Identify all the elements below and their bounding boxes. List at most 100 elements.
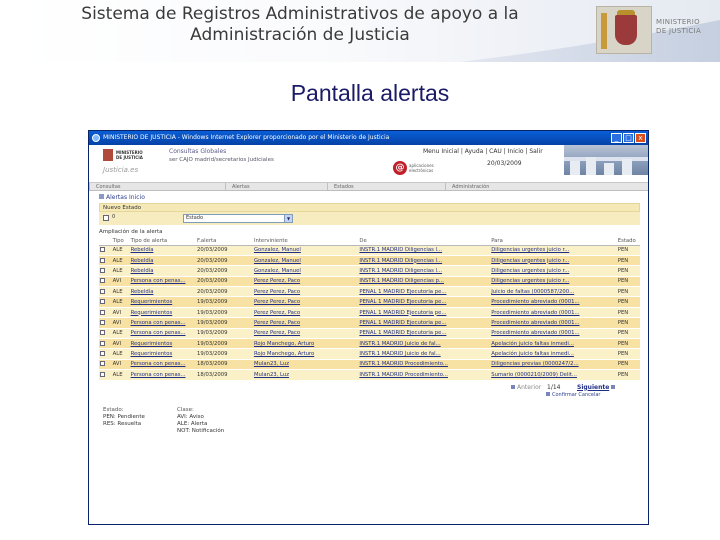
cell-para[interactable]: Diligencias urgentes juicio r... bbox=[490, 245, 617, 256]
cell-para[interactable]: Procedimiento abreviado (0001... bbox=[490, 307, 617, 319]
cell-tipo-alerta[interactable]: Persona con penas... bbox=[129, 317, 196, 329]
cell-de[interactable]: PENAL 1 MADRID Ejecutoria pe... bbox=[358, 317, 491, 329]
cell-interviniente[interactable]: Gonzalez, Manuel bbox=[252, 255, 359, 267]
cell-de[interactable]: INSTR.1 MADRID Procedimiento... bbox=[358, 359, 491, 371]
tab-estados[interactable]: Estados bbox=[327, 183, 445, 191]
cell-para[interactable]: Diligencias urgentes juicio r... bbox=[490, 265, 617, 277]
cell-para[interactable]: Procedimiento abreviado (0001... bbox=[490, 296, 617, 308]
pager-next[interactable]: Siguiente bbox=[577, 384, 617, 391]
cell-para[interactable]: Apelación juicio faltas inmedi... bbox=[490, 338, 617, 350]
column-header[interactable]: Estado bbox=[616, 237, 640, 246]
cell-tipo-alerta[interactable]: Persona con penas... bbox=[129, 369, 196, 381]
table-row[interactable]: ALE Requerimientos 19/03/2009 Perez Perez, … bbox=[99, 296, 640, 308]
cell-de[interactable]: INSTR.1 MADRID Juicio de fal... bbox=[358, 348, 491, 360]
tab-consultas[interactable]: Consultas bbox=[89, 183, 225, 191]
cell-interviniente[interactable]: Rojo Manchego, Arturo bbox=[252, 348, 359, 360]
estado-select[interactable]: Estado ▼ bbox=[183, 214, 293, 223]
table-row[interactable]: ALE Rebeldía 20/03/2009 Gonzalez, Manuel INS… bbox=[99, 265, 640, 277]
cell-tipo-alerta[interactable]: Persona con penas... bbox=[129, 328, 196, 340]
cell-tipo-alerta[interactable]: Requerimientos bbox=[129, 338, 196, 350]
cell-de[interactable]: PENAL 1 MADRID Ejecutoria pe... bbox=[358, 296, 491, 308]
top-navigation[interactable]: Menu Inicial | Ayuda | CAU | Inicio | Sa… bbox=[423, 148, 543, 155]
cell-tipo-alerta[interactable]: Persona con penas... bbox=[129, 359, 196, 371]
row-checkbox[interactable] bbox=[100, 288, 105, 294]
cell-para[interactable]: Apelación juicio faltas inmedi... bbox=[490, 348, 617, 360]
column-header[interactable]: F.alerta bbox=[196, 237, 253, 246]
maximize-button[interactable]: □ bbox=[623, 133, 634, 143]
cell-de[interactable]: INSTR.1 MADRID Procedimiento... bbox=[358, 369, 491, 381]
cell-interviniente[interactable]: Mulan23, Luz bbox=[252, 369, 359, 381]
table-row[interactable]: AVI Persona con penas... 19/03/2009 Perez P… bbox=[99, 317, 640, 329]
breadcrumb[interactable]: Alertas Inicio bbox=[99, 193, 640, 203]
row-checkbox[interactable] bbox=[100, 247, 105, 253]
table-row[interactable]: ALE Persona con penas... 19/03/2009 Perez P… bbox=[99, 328, 640, 340]
cell-de[interactable]: INSTR.1 MADRID Diligencias l... bbox=[358, 265, 491, 277]
cell-interviniente[interactable]: Perez Perez, Paco bbox=[252, 328, 359, 340]
table-row[interactable]: ALE Requerimientos 19/03/2009 Rojo Manchego… bbox=[99, 348, 640, 360]
row-checkbox[interactable] bbox=[100, 267, 105, 273]
cell-interviniente[interactable]: Mulan23, Luz bbox=[252, 359, 359, 371]
cell-de[interactable]: PENAL 1 MADRID Ejecutoria pe... bbox=[358, 307, 491, 319]
row-checkbox[interactable] bbox=[100, 361, 105, 367]
estado-checkbox[interactable] bbox=[103, 215, 109, 221]
cell-para[interactable]: Sumario (0000210/2009) Delit... bbox=[490, 369, 617, 381]
row-checkbox[interactable] bbox=[100, 340, 105, 346]
column-header[interactable]: Tipo bbox=[111, 237, 130, 246]
minimize-button[interactable]: _ bbox=[611, 133, 622, 143]
cell-de[interactable]: INSTR.1 MADRID Juicio de fal... bbox=[358, 338, 491, 350]
tab-alertas[interactable]: Alertas bbox=[225, 183, 327, 191]
cell-tipo-alerta[interactable]: Requerimientos bbox=[129, 307, 196, 319]
table-row[interactable]: AVI Requerimientos 19/03/2009 Rojo Manchego… bbox=[99, 338, 640, 350]
row-checkbox[interactable] bbox=[100, 330, 105, 336]
pager-actions[interactable]: Confirmar Cancelar bbox=[544, 391, 600, 398]
row-checkbox[interactable] bbox=[100, 319, 105, 325]
row-checkbox[interactable] bbox=[100, 309, 105, 315]
cell-interviniente[interactable]: Perez Perez, Paco bbox=[252, 286, 359, 298]
cell-tipo-alerta[interactable]: Persona con penas... bbox=[129, 276, 196, 288]
cell-tipo-alerta[interactable]: Rebeldía bbox=[129, 265, 196, 277]
row-checkbox[interactable] bbox=[100, 299, 105, 305]
cell-interviniente[interactable]: Perez Perez, Paco bbox=[252, 276, 359, 288]
cell-para[interactable]: Diligencias urgentes juicio r... bbox=[490, 276, 617, 288]
close-button[interactable]: x bbox=[635, 133, 646, 143]
cell-interviniente[interactable]: Gonzalez, Manuel bbox=[252, 265, 359, 277]
tab-administracion[interactable]: Administración bbox=[445, 183, 565, 191]
column-header[interactable]: De bbox=[358, 237, 491, 246]
cell-de[interactable]: PENAL 1 MADRID Ejecutoria pe... bbox=[358, 286, 491, 298]
cell-de[interactable]: INSTR.1 MADRID Diligencias l... bbox=[358, 255, 491, 267]
table-row[interactable]: ALE Rebeldía 20/03/2009 Perez Perez, Paco PE… bbox=[99, 286, 640, 298]
cell-interviniente[interactable]: Perez Perez, Paco bbox=[252, 317, 359, 329]
row-checkbox[interactable] bbox=[100, 257, 105, 263]
cell-de[interactable]: INSTR.1 MADRID Diligencias l... bbox=[358, 245, 491, 256]
column-header[interactable]: Para bbox=[490, 237, 617, 246]
table-row[interactable]: ALE Rebeldía 20/03/2009 Gonzalez, Manuel INS… bbox=[99, 245, 640, 256]
table-row[interactable]: AVI Persona con penas... 20/03/2009 Perez P… bbox=[99, 276, 640, 288]
table-row[interactable]: ALE Persona con penas... 18/03/2009 Mulan23… bbox=[99, 369, 640, 381]
cell-tipo-alerta[interactable]: Rebeldía bbox=[129, 286, 196, 298]
cell-tipo-alerta[interactable]: Requerimientos bbox=[129, 296, 196, 308]
cell-para[interactable]: Diligencias urgentes juicio r... bbox=[490, 255, 617, 267]
pager-previous[interactable]: Anterior bbox=[509, 384, 541, 391]
row-checkbox[interactable] bbox=[100, 371, 105, 377]
app-logo[interactable]: MINISTERIO DE JUSTICIA Justicia.es bbox=[103, 149, 159, 179]
cell-tipo-alerta[interactable]: Requerimientos bbox=[129, 348, 196, 360]
table-row[interactable]: AVI Requerimientos 19/03/2009 Perez Perez, … bbox=[99, 307, 640, 319]
cell-tipo-alerta[interactable]: Rebeldía bbox=[129, 245, 196, 256]
cell-interviniente[interactable]: Rojo Manchego, Arturo bbox=[252, 338, 359, 350]
cell-interviniente[interactable]: Perez Perez, Paco bbox=[252, 296, 359, 308]
cell-interviniente[interactable]: Perez Perez, Paco bbox=[252, 307, 359, 319]
cell-para[interactable]: Procedimiento abreviado (0001... bbox=[490, 317, 617, 329]
cell-para[interactable]: Diligencias previas (0000247/2... bbox=[490, 359, 617, 371]
row-checkbox[interactable] bbox=[100, 278, 105, 284]
column-header[interactable]: Interviniente bbox=[252, 237, 359, 246]
column-header[interactable]: Tipo de alerta bbox=[129, 237, 196, 246]
row-checkbox[interactable] bbox=[100, 351, 105, 357]
table-row[interactable]: ALE Rebeldía 20/03/2009 Gonzalez, Manuel INS… bbox=[99, 255, 640, 267]
cell-para[interactable]: Juicio de faltas (0000587/200... bbox=[490, 286, 617, 298]
cell-para[interactable]: Procedimiento abreviado (0001... bbox=[490, 328, 617, 340]
table-row[interactable]: AVI Persona con penas... 18/03/2009 Mulan23… bbox=[99, 359, 640, 371]
chevron-down-icon[interactable]: ▼ bbox=[284, 215, 292, 222]
cell-interviniente[interactable]: Gonzalez, Manuel bbox=[252, 245, 359, 256]
cell-de[interactable]: PENAL 1 MADRID Ejecutoria pe... bbox=[358, 328, 491, 340]
cell-tipo-alerta[interactable]: Rebeldía bbox=[129, 255, 196, 267]
